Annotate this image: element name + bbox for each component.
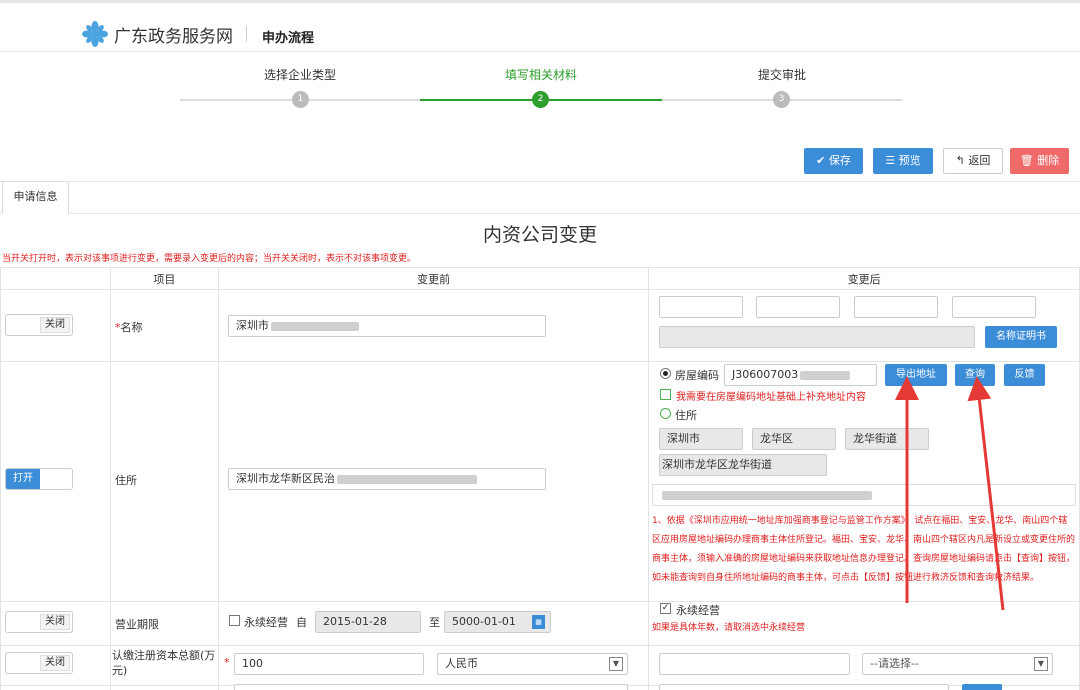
address-toggle[interactable]: 打开 xyxy=(5,468,73,490)
city-field: 深圳市 xyxy=(659,428,743,450)
house-code-radio[interactable] xyxy=(660,368,671,379)
after-permanent-label: 永续经营 xyxy=(676,604,720,617)
supplement-checkbox[interactable] xyxy=(660,389,671,400)
permanent-label: 永续经营 xyxy=(244,616,288,629)
house-code-label: 房屋编码 xyxy=(675,369,719,382)
top-bar: 广东政务服务网 申办流程 xyxy=(0,0,1080,52)
toggle-on-label: 打开 xyxy=(6,469,40,489)
name-label: *名称 xyxy=(115,321,143,334)
to-label: 至 xyxy=(429,616,440,629)
header-after: 变更后 xyxy=(648,267,1080,290)
form-title: 内资公司变更 xyxy=(482,224,597,246)
name-after-field-3[interactable] xyxy=(854,296,938,318)
toggle-off-label: 关闭 xyxy=(40,317,70,333)
name-after-full-field xyxy=(659,326,975,348)
chevron-down-icon: ▼ xyxy=(1034,657,1048,671)
term-start-date[interactable]: 2015-01-28 xyxy=(315,611,421,633)
toggle-off-label: 关闭 xyxy=(40,655,70,671)
toggle-off-label: 关闭 xyxy=(40,614,70,630)
next-row-button[interactable] xyxy=(962,684,1002,690)
house-code-input[interactable]: J306007003 xyxy=(724,364,877,386)
chevron-down-icon: ▼ xyxy=(609,657,623,671)
flow-title: 申办流程 xyxy=(262,31,315,46)
capital-label: 认缴注册资本总额(万元) xyxy=(112,649,216,677)
table-header-row: 项目 变更前 变更后 xyxy=(0,267,1080,290)
term-label: 营业期限 xyxy=(115,618,159,631)
annotation-arrows-icon xyxy=(895,376,1005,611)
tab-bar xyxy=(0,181,1080,214)
step-label-3: 提交审批 xyxy=(757,68,806,82)
name-after-field-4[interactable] xyxy=(952,296,1036,318)
name-before-field[interactable]: 深圳市 xyxy=(228,315,546,337)
supplement-label: 我需要在房屋编码地址基础上补充地址内容 xyxy=(676,392,866,403)
permanent-checkbox[interactable] xyxy=(229,615,240,626)
tab-application-info[interactable]: 申请信息 xyxy=(2,181,69,214)
next-row-after-field[interactable] xyxy=(659,684,949,690)
header-item: 项目 xyxy=(109,267,219,290)
residence-label: 住所 xyxy=(675,409,697,422)
header-toggle-col xyxy=(0,267,111,290)
toggle-notice: 当开关打开时，表示对该事项进行变更，需要录入变更后的内容；当开关关闭时，表示不对… xyxy=(2,254,417,264)
header-divider xyxy=(246,26,247,42)
name-after-field-2[interactable] xyxy=(756,296,840,318)
name-certificate-button[interactable]: 名称证明书 xyxy=(985,326,1057,348)
step-dot-1: 1 xyxy=(292,91,309,108)
preview-button[interactable]: ☰ 预览 xyxy=(873,148,933,174)
delete-button[interactable]: 🗑 删除 xyxy=(1010,148,1069,174)
calendar-icon[interactable]: ▦ xyxy=(532,615,545,629)
full-address-field: 深圳市龙华区龙华街道 xyxy=(659,454,827,476)
address-label: 住所 xyxy=(115,474,137,487)
capital-toggle[interactable]: 关闭 xyxy=(5,652,73,674)
step-dot-2: 2 xyxy=(532,91,549,108)
capital-amount-input[interactable]: 100 xyxy=(234,653,424,675)
step-label-2: 填写相关材料 xyxy=(504,68,577,82)
residence-radio[interactable] xyxy=(660,408,671,419)
from-label: 自 xyxy=(296,616,307,629)
address-before-field[interactable]: 深圳市龙华新区民治 xyxy=(228,468,546,490)
after-capital-input[interactable] xyxy=(659,653,850,675)
district-field: 龙华区 xyxy=(752,428,836,450)
currency-select[interactable]: 人民币 ▼ xyxy=(437,653,628,675)
back-button[interactable]: ↰ 返回 xyxy=(943,148,1003,174)
name-after-field-1[interactable] xyxy=(659,296,743,318)
name-toggle[interactable]: 关闭 xyxy=(5,314,73,336)
after-permanent-checkbox[interactable]: ✓ xyxy=(660,603,671,614)
step-dot-3: 3 xyxy=(773,91,790,108)
next-row-field[interactable] xyxy=(234,684,628,690)
header-before: 变更前 xyxy=(217,267,650,290)
permanent-hint: 如果是具体年数，请取消选中永续经营 xyxy=(652,623,806,633)
term-end-date[interactable]: 5000-01-01 ▦ xyxy=(444,611,551,633)
after-currency-select[interactable]: --请选择-- ▼ xyxy=(862,653,1053,675)
step-label-1: 选择企业类型 xyxy=(263,68,336,82)
term-toggle[interactable]: 关闭 xyxy=(5,611,73,633)
capital-required-mark: * xyxy=(224,656,230,669)
save-button[interactable]: ✔ 保存 xyxy=(804,148,863,174)
logo-icon xyxy=(82,21,108,47)
site-name[interactable]: 广东政务服务网 xyxy=(114,22,233,47)
